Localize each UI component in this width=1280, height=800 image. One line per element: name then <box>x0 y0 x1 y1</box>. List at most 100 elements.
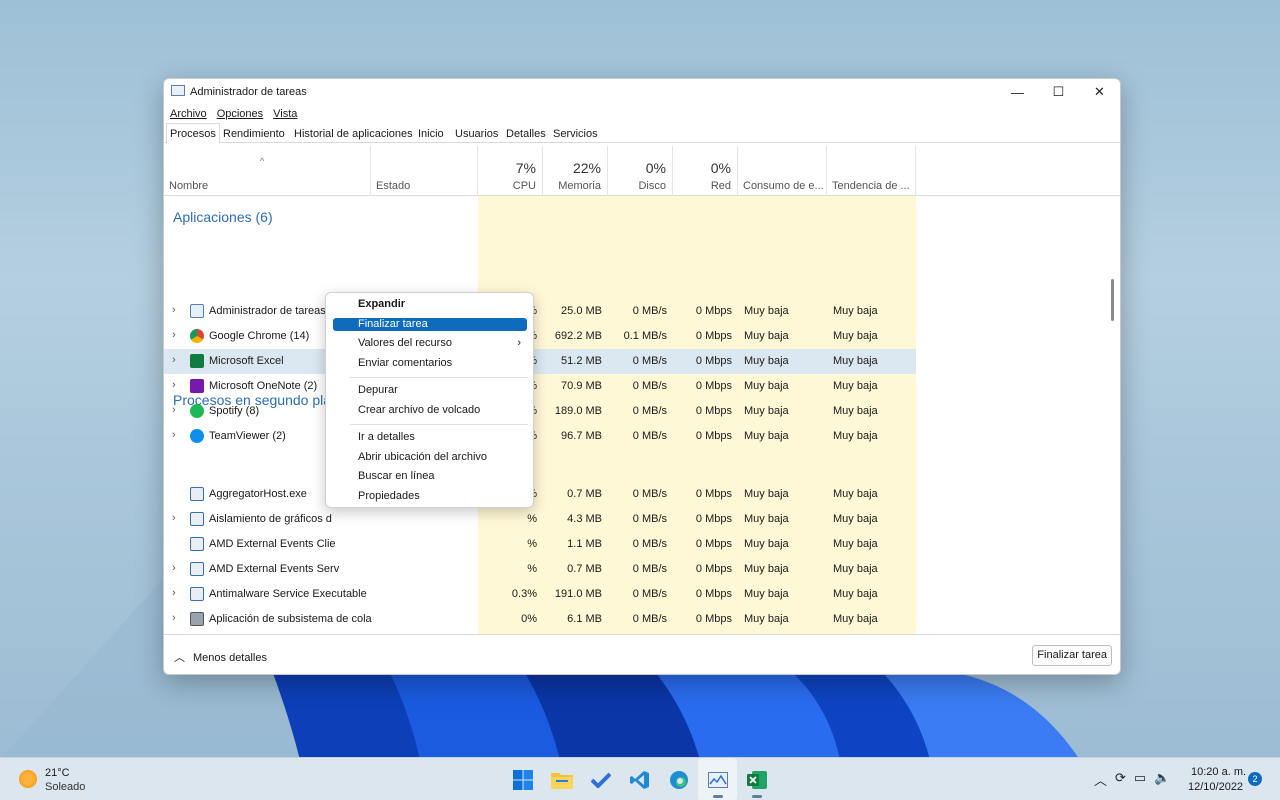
col-disk[interactable]: 0% Disco <box>608 146 673 196</box>
chevron-right-icon[interactable]: › <box>172 587 176 599</box>
col-memory[interactable]: 22% Memoria <box>543 146 608 196</box>
close-button[interactable]: ✕ <box>1079 79 1120 105</box>
weather-condition[interactable]: Soleado <box>45 781 85 793</box>
col-trend[interactable]: Tendencia de ... <box>827 146 916 196</box>
tab-usuarios[interactable]: Usuarios <box>451 125 502 143</box>
tab-inicio[interactable]: Inicio <box>414 125 448 143</box>
col-memory-label: Memoria <box>558 180 601 192</box>
vertical-scrollbar[interactable] <box>1111 279 1114 321</box>
chevron-right-icon[interactable]: › <box>172 304 176 316</box>
app-window-icon <box>190 512 204 526</box>
notification-badge[interactable]: 2 <box>1248 772 1262 786</box>
col-cpu[interactable]: 7% CPU <box>478 146 543 196</box>
cell-mem: 96.7 MB <box>561 430 602 442</box>
clock-date[interactable]: 12/10/2022 <box>1188 781 1243 793</box>
end-task-button[interactable]: Finalizar tarea <box>1032 645 1112 666</box>
menu-archivo[interactable]: Archivo <box>170 108 207 120</box>
menu-item-search-online[interactable]: Buscar en línea <box>333 470 527 483</box>
table-row[interactable]: AMD External Events Clie% 1.1 MB 0 MB/s 0 M… <box>164 532 916 557</box>
task-manager-taskbar-button[interactable] <box>698 758 737 800</box>
table-row[interactable]: › Antimalware Service Executable 0.3% 191.0… <box>164 582 916 607</box>
menu-item-dump-file[interactable]: Crear archivo de volcado <box>333 404 527 417</box>
menu-item-expand[interactable]: Expandir <box>333 298 527 311</box>
col-power[interactable]: Consumo de e... <box>738 146 827 196</box>
chevron-right-icon[interactable]: › <box>172 612 176 624</box>
chevron-right-icon: › <box>517 337 521 349</box>
table-row[interactable]: ›Administrador de tareas0.7%25.0 MB0 MB/… <box>164 299 916 324</box>
chevron-right-icon[interactable]: › <box>172 562 176 574</box>
context-menu: Expandir Finalizar tarea Valores del rec… <box>325 292 534 508</box>
task-manager-icon <box>190 304 204 318</box>
col-cpu-label: CPU <box>512 180 536 192</box>
chevron-right-icon[interactable]: › <box>172 379 176 391</box>
menu-item-debug[interactable]: Depurar <box>333 384 527 397</box>
process-name: Microsoft OneNote (2) <box>209 380 318 392</box>
excel-taskbar-button[interactable] <box>737 758 776 800</box>
table-row[interactable]: ›Spotify (8)%189.0 MB0 MB/s0 MbpsMuy baj… <box>164 399 916 424</box>
process-name: AggregatorHost.exe <box>209 488 307 500</box>
chevron-right-icon[interactable]: › <box>172 329 176 341</box>
col-name[interactable]: ^ Nombre <box>164 146 371 196</box>
task-manager-icon <box>707 771 728 788</box>
col-network-label: Red <box>710 180 731 192</box>
weather-temp[interactable]: 21°C <box>45 767 70 779</box>
menu-item-resource-values[interactable]: Valores del recurso › <box>333 337 527 350</box>
menu-item-end-task[interactable]: Finalizar tarea <box>333 318 527 331</box>
table-row[interactable]: ›TeamViewer (2)%96.7 MB0 MB/s0 MbpsMuy b… <box>164 424 916 449</box>
cell-power: Muy baja <box>744 430 789 442</box>
cell-disk: 0 MB/s <box>632 380 667 392</box>
table-row[interactable]: ›Microsoft OneNote (2)%70.9 MB0 MB/s0 Mb… <box>164 374 916 399</box>
cell-trend: Muy baja <box>833 563 878 575</box>
tab-detalles[interactable]: Detalles <box>502 125 550 143</box>
chevron-up-icon[interactable]: ︿ <box>1094 770 1107 789</box>
process-name: Aislamiento de gráficos d <box>209 513 332 525</box>
chevron-right-icon[interactable]: › <box>172 512 176 524</box>
cell-trend: Muy baja <box>833 430 878 442</box>
cell-disk: 0 MB/s <box>632 430 667 442</box>
tab-servicios[interactable]: Servicios <box>549 125 602 143</box>
menu-item-feedback[interactable]: Enviar comentarios <box>333 357 527 370</box>
chevron-right-icon[interactable]: › <box>172 429 176 441</box>
menu-item-properties[interactable]: Propiedades <box>333 490 527 503</box>
menu-separator <box>350 377 528 378</box>
vscode-button[interactable] <box>620 758 659 800</box>
edge-button[interactable] <box>659 758 698 800</box>
chevron-right-icon[interactable]: › <box>172 404 176 416</box>
tab-rendimiento[interactable]: Rendimiento <box>219 125 289 143</box>
minimize-button[interactable]: — <box>997 79 1038 105</box>
less-details-button[interactable]: ︿ Menos detalles <box>174 649 267 665</box>
table-row[interactable]: › Aislamiento de gráficos d% 4.3 MB 0 MB/s 0… <box>164 507 916 532</box>
sync-icon[interactable]: ⟳ <box>1115 770 1126 789</box>
folder-icon <box>550 772 573 789</box>
tab-procesos[interactable]: Procesos <box>166 123 220 144</box>
menu-item-open-location[interactable]: Abrir ubicación del archivo <box>333 451 527 464</box>
cell-trend: Muy baja <box>833 588 878 600</box>
cell-power: Muy baja <box>744 538 789 550</box>
sun-icon[interactable] <box>19 770 37 788</box>
menu-opciones[interactable]: Opciones <box>217 108 263 120</box>
table-row[interactable]: › AMD External Events Serv% 0.7 MB 0 MB/s 0 … <box>164 557 916 582</box>
volume-icon[interactable]: 🔈 <box>1154 770 1170 789</box>
clock-time[interactable]: 10:20 a. m. <box>1191 766 1246 778</box>
network-icon[interactable]: ▭ <box>1134 770 1146 789</box>
table-row[interactable]: AggregatorHost.exe%0.7 MB0 MB/s0 MbpsMuy… <box>164 482 916 507</box>
col-disk-label: Disco <box>638 180 666 192</box>
start-button[interactable] <box>503 758 542 800</box>
cell-power: Muy baja <box>744 488 789 500</box>
chevron-right-icon[interactable]: › <box>172 354 176 366</box>
maximize-button[interactable]: ☐ <box>1038 79 1079 105</box>
table-row[interactable]: › Aplicación de subsistema de cola 0% 6.1 M… <box>164 607 916 632</box>
todo-button[interactable] <box>581 758 620 800</box>
menu-item-go-to-details[interactable]: Ir a detalles <box>333 431 527 444</box>
table-row[interactable]: ›Google Chrome (14)0.5%692.2 MB0.1 MB/s0… <box>164 324 916 349</box>
col-network[interactable]: 0% Red <box>673 146 738 196</box>
cell-disk: 0 MB/s <box>632 513 667 525</box>
col-status[interactable]: Estado <box>371 146 478 196</box>
file-explorer-button[interactable] <box>542 758 581 800</box>
cell-mem: 51.2 MB <box>561 355 602 367</box>
table-row[interactable]: ›Microsoft Excel0.1%51.2 MB0 MB/s0 MbpsM… <box>164 349 916 374</box>
tab-historial[interactable]: Historial de aplicaciones <box>290 125 417 143</box>
window-title: Administrador de tareas <box>190 86 307 98</box>
group-apps[interactable]: Aplicaciones (6) <box>173 209 273 225</box>
menu-vista[interactable]: Vista <box>273 108 297 120</box>
